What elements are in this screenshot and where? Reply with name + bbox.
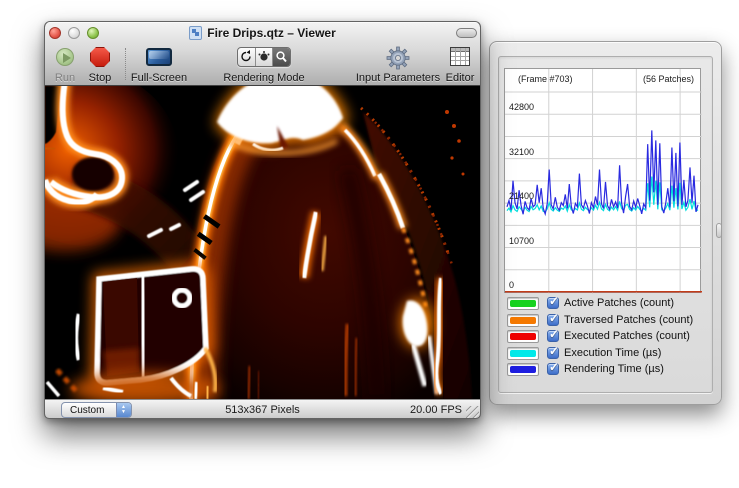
resize-grip[interactable]	[466, 406, 479, 419]
legend-swatch	[507, 314, 539, 327]
zoom-button[interactable]	[87, 27, 99, 39]
titlebar[interactable]: Fire Drips.qtz – Viewer	[45, 22, 480, 44]
viewer-canvas	[45, 86, 480, 399]
window-title: Fire Drips.qtz – Viewer	[207, 26, 336, 40]
legend-label: Execution Time (µs)	[564, 347, 661, 359]
y-tick-label: 10700	[509, 236, 534, 246]
legend-swatch	[507, 330, 539, 343]
legend-label: Traversed Patches (count)	[564, 314, 693, 326]
legend-label: Executed Patches (count)	[564, 330, 690, 342]
y-tick-label: 32100	[509, 147, 534, 157]
toolbar-separator	[125, 48, 126, 80]
document-icon	[189, 26, 202, 40]
rendering-mode-label: Rendering Mode	[219, 72, 309, 84]
legend-swatch	[507, 347, 539, 360]
fullscreen-label: Full-Screen	[129, 72, 189, 84]
toolbar: Run Stop Full-Screen	[45, 44, 480, 86]
performance-chart: (Frame #703) (56 Patches) 42800 32100 2140…	[504, 68, 701, 293]
rendering-mode-debug-segment[interactable]	[256, 48, 274, 66]
legend-checkbox[interactable]: ✓	[547, 297, 559, 309]
run-button[interactable]	[56, 48, 74, 66]
legend-swatch	[507, 363, 539, 376]
legend-row: ✓ Active Patches (count)	[499, 297, 712, 312]
legend-checkbox[interactable]: ✓	[547, 314, 559, 326]
stop-button[interactable]	[90, 47, 110, 67]
rendering-mode-refresh-segment[interactable]	[238, 48, 256, 66]
input-parameters-button[interactable]	[386, 46, 410, 75]
legend-checkbox[interactable]: ✓	[547, 330, 559, 342]
window-header: Fire Drips.qtz – Viewer Run Stop Full-Sc…	[45, 22, 480, 86]
fire-visualization	[45, 86, 480, 399]
y-tick-label: 0	[509, 280, 514, 290]
monitor-panel: (Frame #703) (56 Patches) 42800 32100 2140…	[498, 56, 713, 393]
statusbar: Custom ▲▼ 513x367 Pixels 20.00 FPS	[45, 399, 480, 419]
fullscreen-button[interactable]	[146, 48, 172, 66]
stop-label: Stop	[82, 72, 118, 84]
legend-label: Active Patches (count)	[564, 297, 674, 309]
run-label: Run	[47, 72, 83, 84]
patch-counter: (56 Patches)	[643, 74, 694, 84]
y-tick-label: 42800	[509, 102, 534, 112]
legend-row: ✓ Execution Time (µs)	[499, 347, 712, 362]
legend-checkbox[interactable]: ✓	[547, 363, 559, 375]
legend-row: ✓ Rendering Time (µs)	[499, 363, 712, 378]
legend-row: ✓ Executed Patches (count)	[499, 330, 712, 345]
legend-checkbox[interactable]: ✓	[547, 347, 559, 359]
legend-row: ✓ Traversed Patches (count)	[499, 314, 712, 329]
fps-indicator: 20.00 FPS	[410, 404, 462, 416]
editor-button[interactable]	[450, 47, 470, 66]
chart-plot	[505, 69, 702, 294]
y-tick-label: 21400	[509, 191, 534, 201]
resize-nub[interactable]	[716, 223, 722, 238]
editor-label: Editor	[443, 72, 477, 84]
toolbar-toggle-button[interactable]	[456, 28, 477, 38]
rendering-mode-inspect-segment[interactable]	[273, 48, 290, 66]
minimize-button[interactable]	[68, 27, 80, 39]
legend-label: Rendering Time (µs)	[564, 363, 664, 375]
viewer-window: Fire Drips.qtz – Viewer Run Stop Full-Sc…	[44, 21, 481, 419]
legend-swatch	[507, 297, 539, 310]
frame-counter: (Frame #703)	[518, 74, 573, 84]
rendering-mode-control	[237, 47, 291, 67]
close-button[interactable]	[49, 27, 61, 39]
monitor-window: (Frame #703) (56 Patches) 42800 32100 2140…	[489, 41, 722, 405]
input-parameters-label: Input Parameters	[350, 72, 446, 84]
